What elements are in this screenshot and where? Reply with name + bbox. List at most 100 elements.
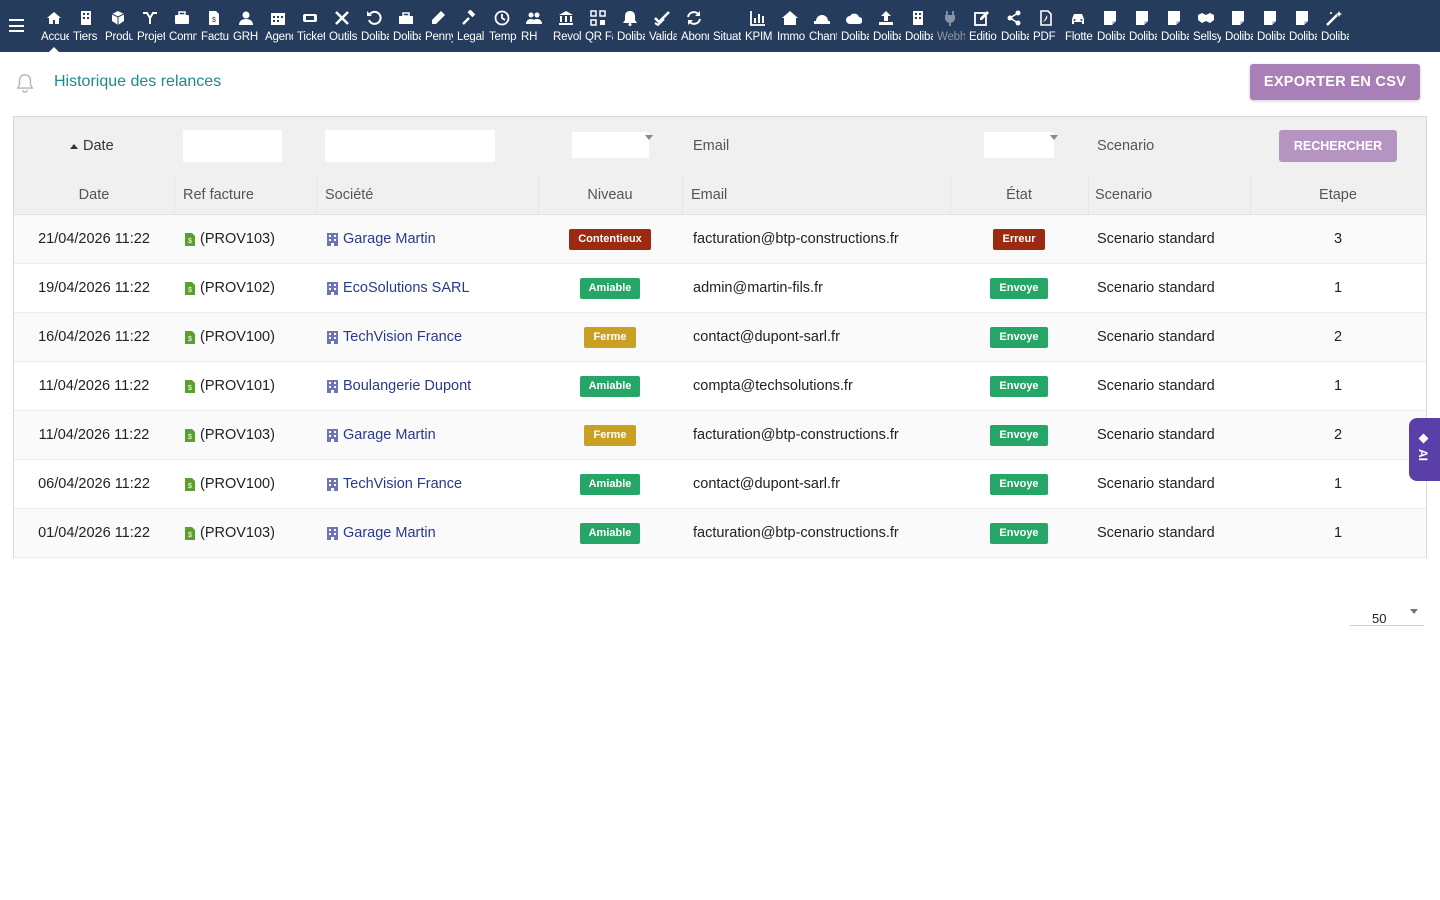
- export-csv-button[interactable]: EXPORTER EN CSV: [1250, 64, 1420, 100]
- nav-item-32[interactable]: Flotte: [1062, 0, 1094, 52]
- table-cell: TechVision France: [316, 460, 538, 508]
- invoice-ref-link[interactable]: (PROV103): [200, 231, 275, 247]
- nav-item-label: GRH: [233, 31, 258, 43]
- column-header[interactable]: Etape: [1250, 175, 1426, 214]
- bell-icon: [16, 74, 34, 93]
- nav-item-24[interactable]: Chantiers: [806, 0, 838, 52]
- niveau-filter-select[interactable]: [572, 132, 653, 158]
- row-scenario: Scenario standard: [1097, 329, 1215, 345]
- nav-item-27[interactable]: Dolibarr: [902, 0, 934, 52]
- niveau-badge: Amiable: [579, 277, 641, 299]
- column-header[interactable]: Date: [14, 175, 174, 214]
- row-email: facturation@btp-constructions.fr: [693, 525, 899, 541]
- column-header[interactable]: Ref facture: [174, 175, 316, 214]
- company-link[interactable]: TechVision France: [343, 329, 462, 345]
- sort-date-header[interactable]: Date: [70, 117, 114, 175]
- nav-item-19[interactable]: Validation: [646, 0, 678, 52]
- column-header[interactable]: Niveau: [538, 175, 682, 214]
- ref-facture-filter-input[interactable]: [183, 130, 282, 162]
- niveau-badge: Amiable: [579, 522, 641, 544]
- company-link[interactable]: TechVision France: [343, 476, 462, 492]
- nav-item-14[interactable]: Temps: [486, 0, 518, 52]
- invoice-ref-link[interactable]: (PROV100): [200, 329, 275, 345]
- nav-item-39[interactable]: Dolibarr: [1286, 0, 1318, 52]
- nav-item-30[interactable]: Dolibarr: [998, 0, 1030, 52]
- column-header[interactable]: État: [950, 175, 1088, 214]
- nav-item-28[interactable]: Webhook: [934, 0, 966, 52]
- table-cell: 11/04/2026 11:22: [14, 362, 174, 410]
- niveau-badge: Contentieux: [569, 228, 651, 250]
- nav-item-33[interactable]: Dolibarr: [1094, 0, 1126, 52]
- nav-item-15[interactable]: RH: [518, 0, 550, 52]
- company-link[interactable]: EcoSolutions SARL: [343, 280, 470, 296]
- nav-item-11[interactable]: Dolibarr: [390, 0, 422, 52]
- nav-item-35[interactable]: Dolibarr: [1158, 0, 1190, 52]
- nav-item-29[interactable]: Edition: [966, 0, 998, 52]
- table-row[interactable]: 16/04/2026 11:22 $ (PROV100) TechVision Fra…: [14, 313, 1426, 362]
- nav-item-16[interactable]: Revolut: [550, 0, 582, 52]
- nav-item-34[interactable]: Dolibarr: [1126, 0, 1158, 52]
- table-row[interactable]: 06/04/2026 11:22 $ (PROV100) TechVision Fra…: [14, 460, 1426, 509]
- nav-item-7[interactable]: Agenda: [262, 0, 294, 52]
- table-row[interactable]: 11/04/2026 11:22 $ (PROV103) Garage Martin F…: [14, 411, 1426, 460]
- nav-item-20[interactable]: Abonnements: [678, 0, 710, 52]
- column-header[interactable]: Email: [682, 175, 950, 214]
- bell-icon: [623, 11, 637, 26]
- invoice-ref-link[interactable]: (PROV101): [200, 378, 275, 394]
- nav-item-4[interactable]: Commerce: [166, 0, 198, 52]
- invoice-ref-link[interactable]: (PROV103): [200, 525, 275, 541]
- nav-item-5[interactable]: $ Facturation: [198, 0, 230, 52]
- nav-item-6[interactable]: GRH: [230, 0, 262, 52]
- column-header[interactable]: Société: [316, 175, 538, 214]
- etat-filter-select[interactable]: [984, 132, 1058, 158]
- company-link[interactable]: Garage Martin: [343, 231, 436, 247]
- nav-item-0[interactable]: Accueil: [38, 0, 70, 52]
- nav-item-9[interactable]: Outils: [326, 0, 358, 52]
- invoice-ref-link[interactable]: (PROV102): [200, 280, 275, 296]
- chevron-down-icon: [645, 135, 653, 140]
- bank-icon: [559, 11, 573, 25]
- nav-item-26[interactable]: Dolibarr: [870, 0, 902, 52]
- row-date: 19/04/2026 11:22: [38, 280, 150, 296]
- email-filter-input[interactable]: Email: [693, 117, 729, 175]
- nav-item-label: PDF: [1033, 31, 1056, 43]
- nav-item-31[interactable]: PDF: [1030, 0, 1062, 52]
- nav-item-17[interactable]: QR Facture: [582, 0, 614, 52]
- nav-item-18[interactable]: Dolibarr: [614, 0, 646, 52]
- company-link[interactable]: Garage Martin: [343, 525, 436, 541]
- table-cell: Scenario standard: [1088, 362, 1250, 410]
- nav-item-3[interactable]: Projets: [134, 0, 166, 52]
- company-link[interactable]: Boulangerie Dupont: [343, 378, 471, 394]
- nav-item-36[interactable]: Sellsy: [1190, 0, 1222, 52]
- nav-item-8[interactable]: Tickets: [294, 0, 326, 52]
- column-header[interactable]: Scenario: [1088, 175, 1250, 214]
- nav-item-25[interactable]: Dolibarr: [838, 0, 870, 52]
- nav-item-40[interactable]: Dolibarr: [1318, 0, 1350, 52]
- search-button[interactable]: RECHERCHER: [1279, 130, 1397, 162]
- table-row[interactable]: 11/04/2026 11:22 $ (PROV101) Boulangerie Du…: [14, 362, 1426, 411]
- societe-filter-input[interactable]: [325, 130, 495, 162]
- scenario-filter-input[interactable]: Scenario: [1097, 117, 1154, 175]
- nav-item-37[interactable]: Dolibarr: [1222, 0, 1254, 52]
- invoice-ref-link[interactable]: (PROV103): [200, 427, 275, 443]
- nav-item-10[interactable]: Dolibarr: [358, 0, 390, 52]
- table-row[interactable]: 19/04/2026 11:22 $ (PROV102) EcoSolutions S…: [14, 264, 1426, 313]
- invoice-ref-link[interactable]: (PROV100): [200, 476, 275, 492]
- nav-item-13[interactable]: Legal: [454, 0, 486, 52]
- nav-item-21[interactable]: Situation: [710, 0, 742, 52]
- table-cell: $ (PROV103): [174, 411, 316, 459]
- menu-toggle-icon[interactable]: [9, 19, 24, 32]
- nav-item-label: Dolibarr: [617, 31, 645, 43]
- nav-item-23[interactable]: Immobilier: [774, 0, 806, 52]
- nav-item-22[interactable]: KPIM: [742, 0, 774, 52]
- table-row[interactable]: 21/04/2026 11:22 $ (PROV103) Garage Martin C…: [14, 215, 1426, 264]
- nav-item-12[interactable]: Penny: [422, 0, 454, 52]
- nav-item-2[interactable]: Produits: [102, 0, 134, 52]
- company-link[interactable]: Garage Martin: [343, 427, 436, 443]
- ai-assistant-tab[interactable]: AI: [1409, 418, 1440, 481]
- nav-item-1[interactable]: Tiers: [70, 0, 102, 52]
- page-size-select[interactable]: 50: [1350, 605, 1424, 626]
- table-cell: Scenario standard: [1088, 509, 1250, 557]
- nav-item-38[interactable]: Dolibarr: [1254, 0, 1286, 52]
- table-row[interactable]: 01/04/2026 11:22 $ (PROV103) Garage Martin A…: [14, 509, 1426, 558]
